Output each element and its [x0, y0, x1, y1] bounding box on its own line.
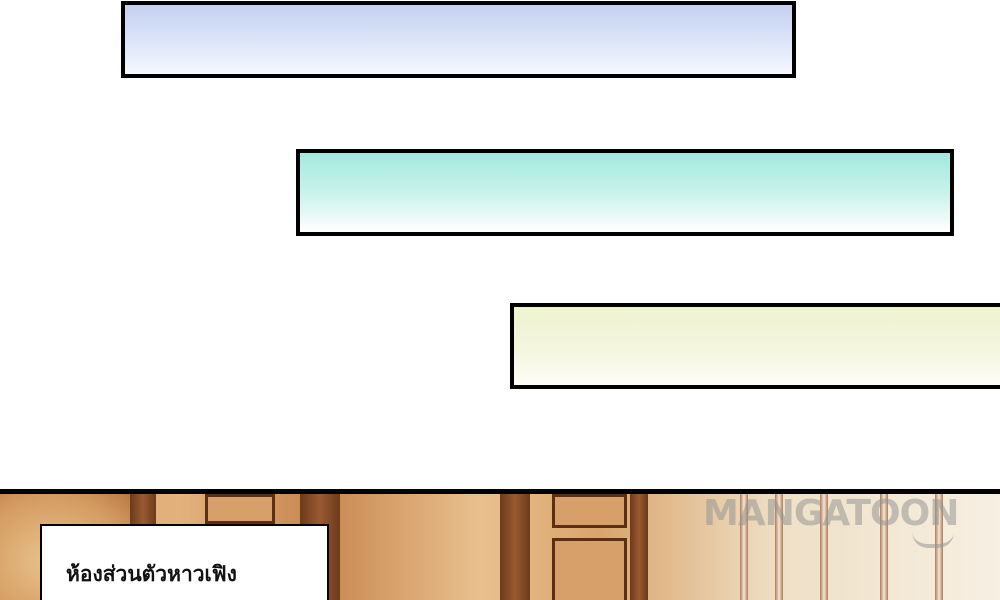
location-caption-text: ห้องส่วนตัวหาวเฟิง	[66, 562, 237, 586]
scene-door-panel	[552, 538, 627, 600]
blank-dialogue-box-blue	[121, 1, 796, 78]
watermark-logo: MANGATOON	[703, 493, 959, 534]
blank-dialogue-box-teal	[296, 149, 954, 236]
scene-door-frame	[500, 494, 530, 600]
scene-door-frame	[630, 494, 648, 600]
blank-dialogue-box-cream	[510, 303, 1000, 389]
comic-page: MANGATOON ห้องส่วนตัวหาวเฟิง	[0, 0, 1000, 600]
location-caption-box: ห้องส่วนตัวหาวเฟิง	[40, 524, 329, 600]
scene-door-panel	[205, 494, 275, 524]
scene-door-panel	[552, 494, 627, 528]
